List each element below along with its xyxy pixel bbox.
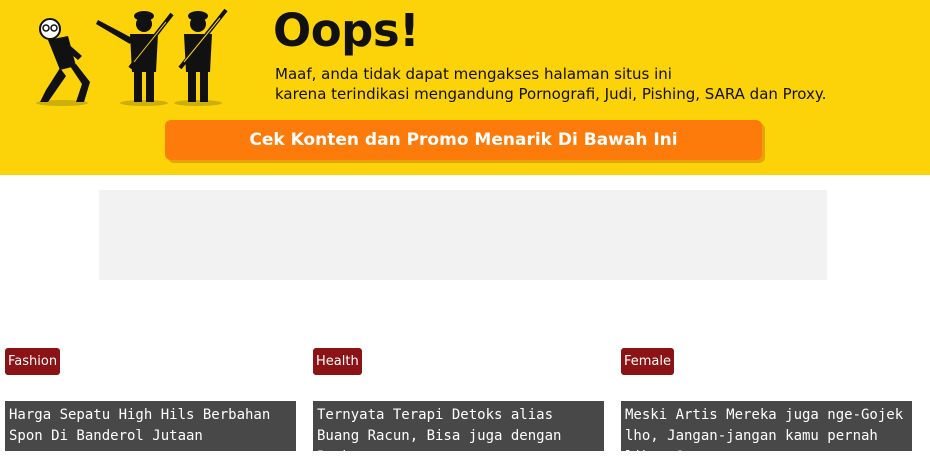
category-tag[interactable]: Fashion	[5, 348, 61, 375]
article-card-fashion[interactable]: Fashion Harga Sepatu High Hils Berbahan …	[5, 348, 296, 453]
category-tag[interactable]: Health	[313, 348, 362, 375]
article-card-female[interactable]: Female Meski Artis Mereka juga nge-Gojek…	[621, 348, 912, 453]
page-title: Oops!	[273, 4, 420, 57]
category-tag[interactable]: Female	[621, 348, 675, 375]
check-content-button[interactable]: Cek Konten dan Promo Menarik Di Bawah In…	[165, 120, 762, 160]
article-headline[interactable]: Harga Sepatu High Hils Berbahan Spon Di …	[5, 401, 296, 451]
police-chasing-thief-illustration	[36, 8, 228, 106]
blocked-message-line-2: karena terindikasi mengandung Pornografi…	[275, 85, 827, 103]
blocked-message-line-1: Maaf, anda tidak dapat mengakses halaman…	[275, 65, 672, 83]
article-card-health[interactable]: Health Ternyata Terapi Detoks alias Buan…	[313, 348, 604, 453]
article-headline[interactable]: Meski Artis Mereka juga nge-Gojek lho, J…	[621, 401, 912, 451]
article-headline[interactable]: Ternyata Terapi Detoks alias Buang Racun…	[313, 401, 604, 451]
blocked-site-banner: Oops! Maaf, anda tidak dapat mengakses h…	[0, 0, 930, 175]
blocked-message: Maaf, anda tidak dapat mengakses halaman…	[275, 64, 826, 104]
ad-placeholder[interactable]	[99, 190, 827, 280]
